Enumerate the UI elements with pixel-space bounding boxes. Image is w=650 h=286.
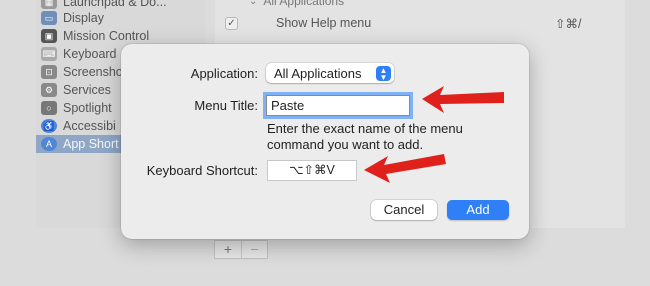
sidebar-item-label: Mission Control <box>63 29 150 43</box>
keyboard-shortcut-field[interactable]: ⌥⇧⌘V <box>267 160 357 181</box>
sidebar-item-display[interactable]: ▭ Display <box>36 9 206 27</box>
chevron-down-icon[interactable]: ⌄ <box>249 0 257 7</box>
remove-shortcut-button[interactable]: − <box>240 241 267 258</box>
shortcut-row-keys: ⇧⌘/ <box>555 16 582 31</box>
annotation-arrow-keyboard-shortcut <box>364 154 446 183</box>
display-icon: ▭ <box>41 11 57 25</box>
application-label: Application: <box>190 66 258 81</box>
add-shortcut-dialog: Application: All Applications ▲ ▼ Menu Ti… <box>121 44 529 239</box>
app-store-icon: A <box>41 137 57 151</box>
spotlight-icon: ○ <box>41 101 57 115</box>
shortcut-checkbox[interactable]: ✓ <box>225 16 238 30</box>
menu-title-label: Menu Title: <box>194 98 258 113</box>
add-shortcut-button[interactable]: + <box>215 241 241 258</box>
application-popup-value: All Applications <box>274 65 362 81</box>
sidebar-item-label: Spotlight <box>63 101 112 115</box>
sidebar-item-label: Screensho <box>63 65 123 79</box>
sidebar-item-label: Display <box>63 11 104 25</box>
application-popup[interactable]: All Applications ▲ ▼ <box>266 63 394 83</box>
launchpad-icon: ▦ <box>41 0 57 9</box>
screenshot-icon: ⊡ <box>41 65 57 79</box>
sidebar-item-label: Accessibi <box>63 119 116 133</box>
shortcut-row-label: Show Help menu <box>276 16 372 30</box>
shortcut-row[interactable]: ✓ Show Help menu ⇧⌘/ <box>215 14 625 32</box>
group-label: All Applications <box>263 0 345 8</box>
add-remove-control: + − <box>214 240 268 259</box>
gear-icon: ⚙ <box>41 83 57 97</box>
sidebar-item-mission-control[interactable]: ▣ Mission Control <box>36 27 206 45</box>
sidebar-item-label: Launchpad & Do... <box>63 0 167 9</box>
keyboard-icon: ⌨ <box>41 47 57 61</box>
keyboard-shortcut-label: Keyboard Shortcut: <box>146 163 258 178</box>
accessibility-icon: ♿ <box>41 119 57 133</box>
sidebar-item-label: Keyboard <box>63 47 117 61</box>
add-button[interactable]: Add <box>447 200 509 220</box>
sidebar-item-label: App Short <box>63 137 119 151</box>
mission-control-icon: ▣ <box>41 29 57 43</box>
menu-title-field[interactable]: Paste <box>266 95 410 116</box>
cancel-button[interactable]: Cancel <box>371 200 437 220</box>
menu-title-help-text: Enter the exact name of the menu command… <box>267 121 497 153</box>
help-text-line-1: Enter the exact name of the menu <box>267 121 463 136</box>
annotation-arrow-menu-title <box>422 86 504 113</box>
popup-stepper-icon: ▲ ▼ <box>376 66 391 81</box>
sidebar-item-label: Services <box>63 83 111 97</box>
group-row-all-applications[interactable]: ⌄ All Applications <box>215 0 625 8</box>
